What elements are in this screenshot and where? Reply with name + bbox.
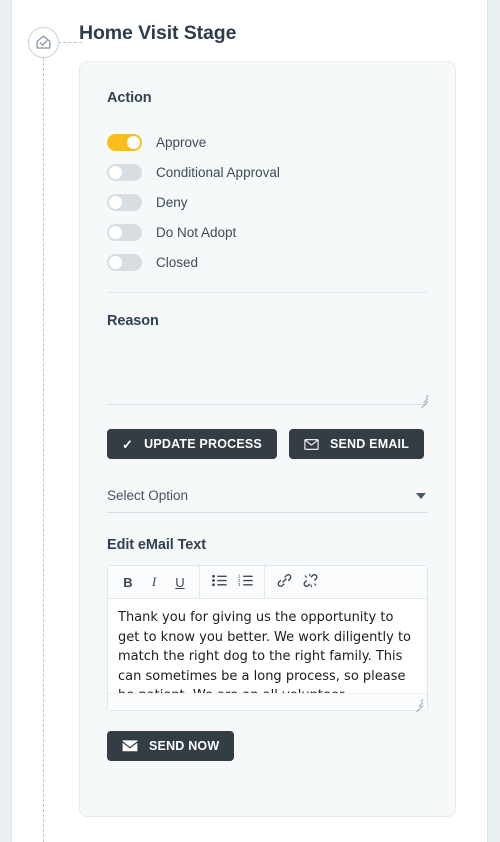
list-ul-icon (211, 574, 227, 591)
action-section-label: Action (107, 90, 152, 106)
right-gutter (488, 0, 500, 842)
check-icon: ✓ (122, 436, 134, 452)
reason-label: Reason (107, 313, 159, 329)
action-option-approve[interactable]: Approve (107, 127, 428, 157)
toolbar-divider (199, 565, 200, 599)
email-template-select[interactable]: Select Option (107, 485, 428, 513)
primary-action-buttons: ✓ UPDATE PROCESS SEND EMAIL (107, 429, 428, 459)
email-editor-label: Edit eMail Text (107, 537, 206, 553)
toolbar-divider (264, 565, 265, 599)
left-gutter (0, 0, 11, 842)
toggle-label-do-not-adopt: Do Not Adopt (156, 224, 237, 240)
unlink-icon (303, 573, 318, 592)
toggle-label-conditional-approval: Conditional Approval (156, 164, 280, 180)
toggle-conditional-approval[interactable] (107, 163, 142, 181)
reason-field-wrap (107, 341, 429, 409)
send-email-button[interactable]: SEND EMAIL (288, 429, 425, 459)
list-ol-icon: 1 2 3 (238, 573, 253, 591)
chevron-down-icon (416, 493, 426, 499)
link-icon (277, 573, 292, 592)
timeline-dashed-line (43, 58, 44, 842)
page-root: Home Visit Stage Action Approve Conditio… (0, 0, 500, 842)
rich-text-editor: B I U 1 2 3 Thank you for giving us the … (107, 565, 428, 713)
reason-section: Reason (107, 313, 429, 409)
toggle-label-approve: Approve (156, 134, 207, 150)
send-now-label: SEND NOW (149, 739, 220, 753)
send-now-button[interactable]: SEND NOW (107, 731, 235, 761)
action-option-closed[interactable]: Closed (107, 247, 428, 277)
update-process-button[interactable]: ✓ UPDATE PROCESS (107, 429, 277, 459)
bold-button[interactable]: B (115, 569, 141, 595)
toggle-do-not-adopt[interactable] (107, 223, 142, 241)
italic-button[interactable]: I (141, 569, 167, 595)
toggle-label-deny: Deny (156, 194, 188, 210)
stage-card: Action Approve Conditional Approval Deny (79, 61, 456, 817)
insert-link-button[interactable] (271, 569, 297, 595)
editor-toolbar: B I U 1 2 3 (108, 565, 427, 599)
reason-input[interactable] (107, 341, 428, 404)
action-toggle-list: Approve Conditional Approval Deny Do Not… (107, 127, 428, 277)
bullet-list-button[interactable] (206, 569, 232, 595)
toggle-deny[interactable] (107, 193, 142, 211)
editor-body[interactable]: Thank you for giving us the opportunity … (108, 599, 427, 693)
update-process-label: UPDATE PROCESS (144, 437, 262, 451)
toggle-approve[interactable] (107, 133, 142, 151)
left-gutter-border (11, 0, 12, 842)
envelope-outline-icon (304, 438, 319, 450)
underline-button[interactable]: U (167, 569, 193, 595)
stage-node (28, 27, 59, 58)
home-check-icon (34, 33, 53, 52)
svg-text:3: 3 (238, 582, 241, 587)
action-option-do-not-adopt[interactable]: Do Not Adopt (107, 217, 428, 247)
editor-footer (108, 693, 427, 713)
email-template-select-value: Select Option (107, 488, 189, 503)
editor-body-text: Thank you for giving us the opportunity … (118, 610, 412, 693)
toggle-label-closed: Closed (156, 254, 199, 270)
editor-resize-grip[interactable] (413, 697, 424, 713)
action-option-deny[interactable]: Deny (107, 187, 428, 217)
section-divider (107, 292, 428, 293)
send-email-label: SEND EMAIL (329, 437, 410, 451)
page-title: Home Visit Stage (79, 22, 237, 44)
envelope-solid-icon (122, 740, 138, 752)
send-now-row: SEND NOW (107, 731, 428, 761)
toggle-closed[interactable] (107, 253, 142, 271)
numbered-list-button[interactable]: 1 2 3 (232, 569, 258, 595)
action-option-conditional-approval[interactable]: Conditional Approval (107, 157, 428, 187)
remove-link-button[interactable] (297, 569, 323, 595)
email-editor-section: Edit eMail Text B I U 1 2 3 Thank you fo… (107, 537, 428, 713)
